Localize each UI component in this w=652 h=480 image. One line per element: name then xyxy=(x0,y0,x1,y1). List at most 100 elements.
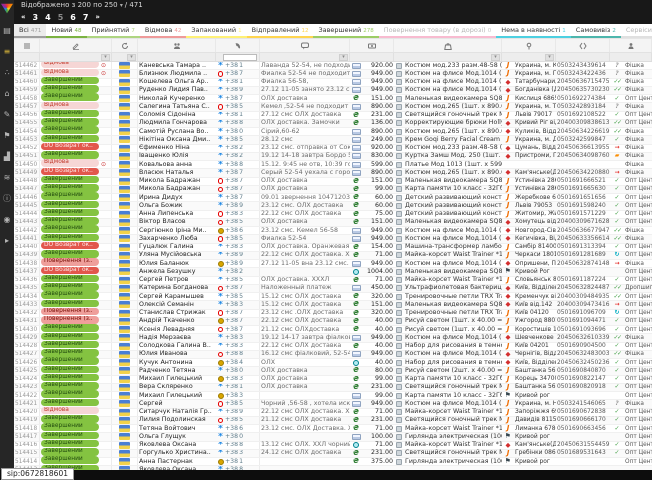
client-name: Кошелева Ольга Ар.. xyxy=(138,78,216,86)
ukrposhta-icon xyxy=(352,393,361,399)
tab-Новий[interactable]: Новий48 xyxy=(46,24,86,38)
ukraine-flag-icon xyxy=(119,400,130,407)
country-refresh-icon[interactable] xyxy=(112,39,138,52)
tab-Сервіси[interactable]: Сервіси0 xyxy=(621,24,652,38)
country-cell xyxy=(112,95,138,102)
delivery-status-cell: ? xyxy=(610,400,624,408)
product-name: Тренировочные петли TRX Train.. xyxy=(404,293,502,301)
tab-Відмова[interactable]: Відмова42 xyxy=(140,24,186,38)
orders-icon[interactable]: ≡ xyxy=(0,41,14,62)
tab-count: 1 xyxy=(562,28,566,34)
status-edit-icon[interactable] xyxy=(40,39,112,52)
tab-Самовивіз[interactable]: Самовивіз2 xyxy=(571,24,621,38)
page-5[interactable]: 5 xyxy=(58,11,64,24)
order-id: 514442 xyxy=(14,227,40,234)
info-icon[interactable]: ⓘ xyxy=(0,188,14,209)
tracking-brackets-icon[interactable] xyxy=(556,39,610,52)
last-page-button[interactable]: » xyxy=(95,11,100,24)
phone-icon[interactable] xyxy=(216,39,260,52)
kyivstar-icon: * xyxy=(217,79,224,85)
tracking-number: 0503242893184 xyxy=(556,103,610,111)
product-box-icon xyxy=(396,384,402,390)
video-icon[interactable]: ▸ xyxy=(0,230,14,251)
filter-dropdown[interactable]: ▾ xyxy=(545,54,554,61)
product-name: Костюм на флисе Мод.1014 (1ш.. xyxy=(404,350,502,358)
tab-count: 0 xyxy=(488,28,492,34)
nova-poshta-icon: ◆ xyxy=(506,128,511,135)
tab-label: Всі xyxy=(19,26,29,34)
page-7[interactable]: 7 xyxy=(83,11,89,24)
order-source: Опт Центр xyxy=(624,194,652,202)
first-page-button[interactable]: « xyxy=(21,11,26,24)
ukraine-flag-icon xyxy=(119,211,130,218)
status-clock-cell xyxy=(100,128,112,135)
prepaid-icon xyxy=(353,442,359,448)
returned-icon: → xyxy=(614,144,619,151)
phone-prefix: +38 xyxy=(225,433,238,440)
tab-Прийнятий[interactable]: Прийнятий7 xyxy=(87,24,140,38)
crm-app: ▤≡∴⌂✎⚑▟≋ⓘ◉▸ Відображено з 200 по 250 ▾ /… xyxy=(0,0,652,480)
client-users-icon[interactable] xyxy=(138,39,216,52)
table-row[interactable]: 514415ЗавершенийГоргулько Христина..*+38… xyxy=(14,450,652,458)
payment-cell: ₴ xyxy=(350,244,362,251)
campaign-icon[interactable]: ⚑ xyxy=(0,125,14,146)
pagination: « 34567 » xyxy=(14,11,652,24)
tab-Нема в наявності[interactable]: Нема в наявності1 xyxy=(496,24,571,38)
manager-person-icon[interactable] xyxy=(610,39,652,52)
eye-icon[interactable]: ◉ xyxy=(0,209,14,230)
page-6[interactable]: 6 xyxy=(70,11,76,24)
phone-digit: 7 xyxy=(239,326,243,333)
tags-icon[interactable]: ✎ xyxy=(0,104,14,125)
filter-dropdown[interactable]: ▾ xyxy=(101,54,110,61)
table-row[interactable]: 514438Повернення (з..Юлия Баланюк+38927.… xyxy=(14,260,652,268)
order-price: 71.00 xyxy=(362,276,394,284)
phone-prefix: +38 xyxy=(225,103,238,110)
product-icon-cell xyxy=(394,137,404,143)
phone-filter-input[interactable] xyxy=(223,54,257,61)
order-source: Опт Центр xyxy=(624,293,652,301)
settings-sliders-icon[interactable]: ≋ xyxy=(0,167,14,188)
location-pin-icon[interactable] xyxy=(502,39,556,52)
table-row[interactable]: 514423ЗавершенийВера Скляренко*+381ОЛХ д… xyxy=(14,384,652,392)
cards-icon[interactable]: ▤ xyxy=(0,20,14,41)
phone-digit: 9 xyxy=(239,260,243,267)
tab-Відправлений[interactable]: Відправлений12 xyxy=(247,24,314,38)
client-name: Сергей xyxy=(138,400,216,408)
stats-icon[interactable]: ▟ xyxy=(0,146,14,167)
filter-dropdown[interactable]: ▾ xyxy=(127,54,136,61)
warehouse-icon[interactable]: ⌂ xyxy=(0,83,14,104)
tracking-number: 20450636613955 xyxy=(556,144,610,152)
table-row[interactable]: 514414ЗавершенийАнна Пастернак+381₴375.0… xyxy=(14,458,652,466)
tab-Повернення товару (в дорозі)[interactable]: Повернення товару (в дорозі)0 xyxy=(379,24,496,38)
client-name: Николай Кучеренко xyxy=(138,95,216,103)
tab-Запакований[interactable]: Запакований1 xyxy=(186,24,246,38)
product-box-icon xyxy=(396,87,402,93)
payment-cell xyxy=(350,236,362,242)
table-row[interactable]: 514418ЗавершенийТетяна Войтович*+38623.1… xyxy=(14,425,652,433)
app-logo-icon[interactable] xyxy=(1,2,13,14)
filter-dropdown[interactable]: ▾ xyxy=(339,54,348,61)
phone-prefix: +38 xyxy=(225,112,238,119)
tab-Всі[interactable]: Всі471 xyxy=(14,24,46,38)
product-bag-icon[interactable] xyxy=(394,39,502,52)
page-3[interactable]: 3 xyxy=(33,11,39,24)
order-source: Опт Центр xyxy=(624,433,652,441)
courier-cell: J xyxy=(502,178,514,185)
cash-icon: ₴ xyxy=(353,244,359,251)
tab-Завершений[interactable]: Завершений278 xyxy=(313,24,378,38)
phone-prefix: +38 xyxy=(225,244,238,251)
delivery-city: Украина, м. По.. xyxy=(514,70,556,78)
status-badge: Завершений xyxy=(41,399,99,407)
phone-prefix: +38 xyxy=(225,268,238,275)
kyivstar-icon: * xyxy=(217,302,224,308)
users-icon[interactable]: ∴ xyxy=(0,62,14,83)
filter-dropdown[interactable]: ▾ xyxy=(491,54,500,61)
delivery-city: Київ 04120 xyxy=(514,309,556,317)
phone-digit: 3 xyxy=(239,334,243,341)
id-list-icon[interactable] xyxy=(14,39,40,52)
comment-bubble-icon[interactable] xyxy=(260,39,350,52)
page-4[interactable]: 4 xyxy=(45,11,51,24)
order-price: 71.00 xyxy=(362,408,394,416)
id-list-icon xyxy=(23,42,31,50)
money-icon[interactable] xyxy=(350,39,394,52)
